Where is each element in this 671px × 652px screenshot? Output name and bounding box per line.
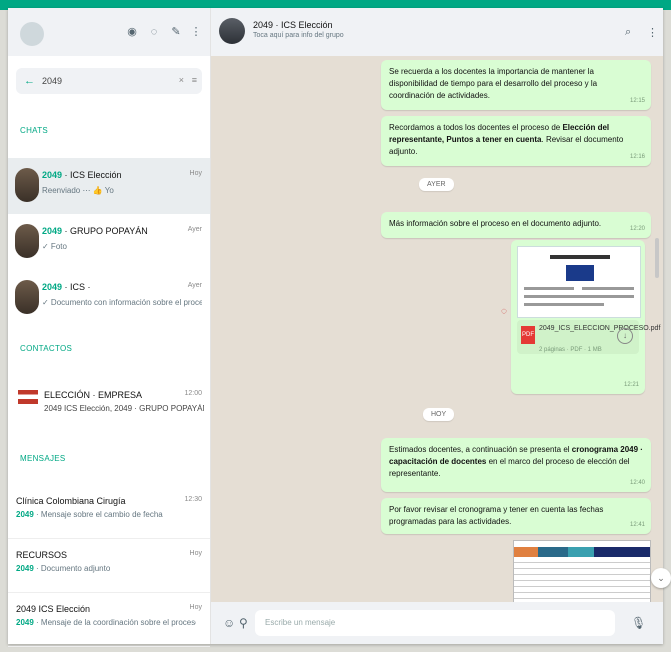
document-preview[interactable]: [517, 246, 641, 318]
chat-avatar: [15, 224, 39, 258]
message-text: Recordamos a todos los docentes el proce…: [389, 123, 624, 156]
chat-avatar: [15, 168, 39, 202]
filter-icon[interactable]: ≡: [192, 75, 197, 85]
search-icon[interactable]: ←: [24, 75, 35, 87]
chat-item[interactable]: 2049 · GRUPO POPAYÁN ✓ Foto Ayer: [8, 214, 210, 270]
date-chip: HOY: [423, 408, 455, 421]
conversation-title[interactable]: 2049 · ICS Elección: [253, 20, 333, 30]
chat-time: Ayer: [187, 282, 202, 289]
message-time: 12:40: [629, 480, 645, 486]
message-input[interactable]: Escribe un mensaje: [255, 610, 615, 636]
message-text: Por favor revisar el cronograma y tener …: [389, 505, 604, 526]
message-text: Se recuerda a los docentes la importanci…: [389, 67, 598, 100]
chat-preview: ✓ Foto: [42, 242, 67, 251]
message-time: 12:41: [629, 522, 645, 528]
chat-item[interactable]: 2049 · ICS Elección Reenviado ⋯ 👍 Yo Hoy: [8, 158, 210, 214]
message-bubble[interactable]: Se recuerda a los docentes la importanci…: [381, 60, 651, 110]
message-preview: 2049 · Documento adjunto: [16, 564, 111, 573]
message-time: Hoy: [189, 604, 202, 611]
menu-icon[interactable]: ⋮: [647, 26, 658, 39]
message-sender: RECURSOS: [16, 550, 68, 560]
message-time: Hoy: [189, 550, 202, 557]
search-icon[interactable]: ⌕: [625, 26, 631, 39]
communities-icon[interactable]: ◉: [126, 26, 138, 38]
message-text: Más información sobre el proceso en el d…: [389, 219, 602, 228]
search-bar[interactable]: ← 2049 × ≡: [16, 68, 202, 94]
user-avatar[interactable]: [20, 22, 44, 46]
composer: ☺ ⚲ Escribe un mensaje 🎙: [211, 602, 663, 644]
message-time: 12:21: [623, 382, 639, 388]
contact-name: ELECCIÓN · EMPRESA: [44, 390, 143, 400]
document-name: 2049_ICS_ELECCION_PROCESO.pdf: [539, 325, 661, 332]
document-meta: 2 páginas · PDF · 1 MB: [539, 347, 602, 353]
conversation-panel: 2049 · ICS Elección Toca aquí para info …: [211, 8, 671, 644]
message-time: 12:15: [629, 98, 645, 104]
message-sender: 2049 ICS Elección: [16, 604, 91, 614]
clear-search-icon[interactable]: ×: [179, 75, 184, 85]
pdf-icon: PDF: [521, 326, 535, 344]
message-sender: Clínica Colombiana Cirugía: [16, 496, 126, 506]
contact-preview: 2049 ICS Elección, 2049 · GRUPO POPAYÁN,…: [44, 404, 204, 413]
message-time: 12:20: [629, 226, 645, 232]
app-window: ◉ ◌ ✎ ⋮ ← 2049 × ≡ CHATS 2049 · ICS Elec…: [8, 8, 671, 647]
message-bubble[interactable]: Más información sobre el proceso en el d…: [381, 212, 651, 238]
microphone-icon[interactable]: 🎙: [631, 616, 646, 630]
chat-preview: Reenviado ⋯ 👍 Yo: [42, 186, 114, 195]
document-row[interactable]: PDF 2049_ICS_ELECCION_PROCESO.pdf 2 pági…: [517, 320, 661, 354]
message-preview: 2049 · Mensaje sobre el cambio de fecha: [16, 510, 163, 519]
message-result[interactable]: Clínica Colombiana Cirugía 2049 · Mensaj…: [8, 488, 210, 539]
chat-name: 2049 · ICS Elección: [42, 170, 122, 180]
sidebar: ◉ ◌ ✎ ⋮ ← 2049 × ≡ CHATS 2049 · ICS Elec…: [8, 8, 211, 647]
message-preview: 2049 · Mensaje de la coordinación sobre …: [16, 618, 196, 627]
contact-time: 12:00: [184, 390, 202, 397]
message-result[interactable]: RECURSOS 2049 · Documento adjunto Hoy: [8, 542, 210, 593]
conversation-subtitle: Toca aquí para info del grupo: [253, 32, 344, 39]
reaction-icon[interactable]: ◌: [501, 306, 507, 317]
section-contacts: CONTACTOS: [20, 344, 73, 353]
sidebar-header: ◉ ◌ ✎ ⋮: [8, 8, 210, 56]
message-result[interactable]: 2049 ICS Elección 2049 · Mensaje de la c…: [8, 596, 210, 647]
section-chats: CHATS: [20, 126, 49, 135]
download-icon[interactable]: ↓: [617, 328, 633, 344]
message-bubble[interactable]: Estimados docentes, a continuación se pr…: [381, 438, 651, 492]
attach-icon[interactable]: ⚲: [239, 616, 248, 630]
menu-icon[interactable]: ⋮: [190, 26, 202, 38]
scrollbar[interactable]: [655, 238, 659, 278]
chat-time: Ayer: [187, 226, 202, 233]
new-chat-icon[interactable]: ✎: [170, 26, 182, 38]
chat-item[interactable]: 2049 · ICS · ✓ Documento con información…: [8, 270, 210, 326]
document-message[interactable]: PDF 2049_ICS_ELECCION_PROCESO.pdf 2 pági…: [511, 240, 661, 394]
chat-name: 2049 · ICS ·: [42, 282, 91, 292]
message-bubble[interactable]: Recordamos a todos los docentes el proce…: [381, 116, 651, 166]
chat-name: 2049 · GRUPO POPAYÁN: [42, 226, 148, 236]
section-messages: MENSAJES: [20, 454, 66, 463]
search-input[interactable]: 2049: [42, 76, 62, 86]
date-chip: AYER: [419, 178, 454, 191]
message-text: Estimados docentes, a continuación se pr…: [389, 445, 643, 478]
chat-avatar: [15, 280, 39, 314]
group-avatar[interactable]: [219, 18, 245, 44]
contact-avatar: [18, 390, 38, 404]
chat-preview: ✓ Documento con información sobre el pro…: [42, 298, 202, 307]
status-icon[interactable]: ◌: [148, 26, 160, 38]
message-time: 12:16: [629, 154, 645, 160]
message-bubble[interactable]: Por favor revisar el cronograma y tener …: [381, 498, 651, 534]
conversation-header[interactable]: 2049 · ICS Elección Toca aquí para info …: [211, 8, 663, 56]
message-input-placeholder: Escribe un mensaje: [265, 618, 336, 627]
scroll-down-icon[interactable]: ⌄: [651, 568, 671, 588]
emoji-icon[interactable]: ☺: [223, 616, 235, 630]
chat-time: Hoy: [189, 170, 202, 177]
contact-item[interactable]: ELECCIÓN · EMPRESA 2049 ICS Elección, 20…: [8, 380, 210, 428]
message-time: 12:30: [184, 496, 202, 503]
